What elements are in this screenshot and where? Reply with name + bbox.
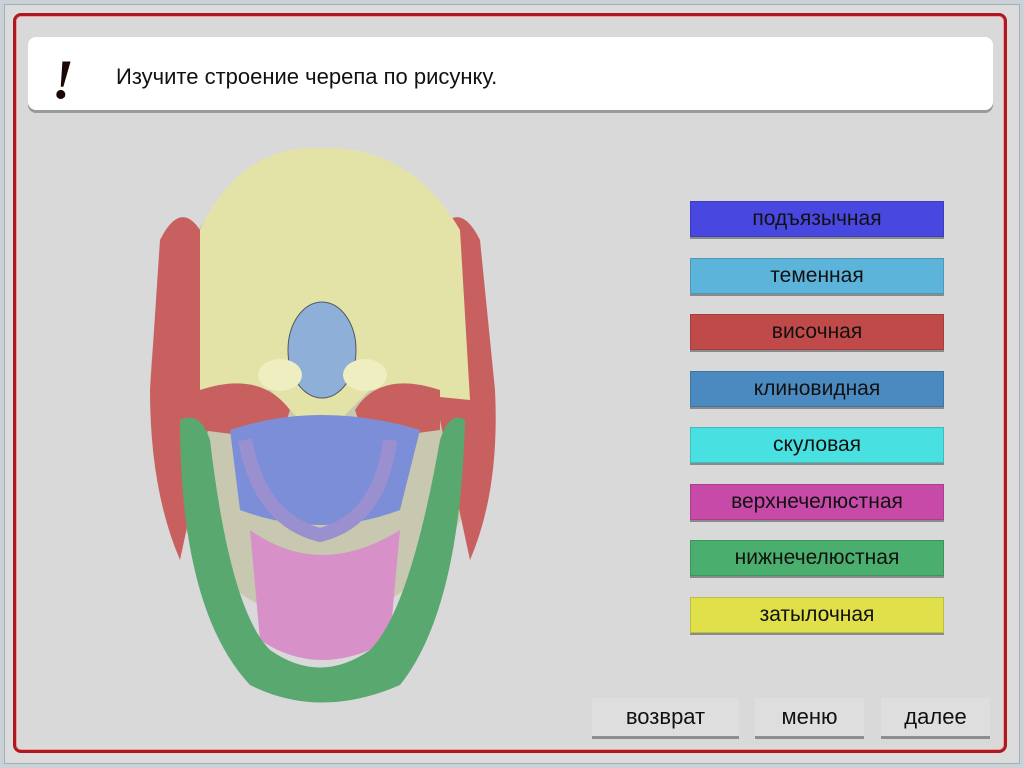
back-button[interactable]: возврат (592, 698, 739, 736)
exclamation-icon: ! (52, 49, 74, 111)
bone-button-temporal[interactable]: височная (690, 314, 944, 350)
menu-button[interactable]: меню (755, 698, 864, 736)
skull-image (150, 147, 496, 703)
bone-button-sphenoid[interactable]: клиновидная (690, 371, 944, 407)
bone-button-maxilla[interactable]: верхнечелюстная (690, 484, 944, 520)
next-button[interactable]: далее (881, 698, 990, 736)
instruction-text: Изучите строение черепа по рисунку. (116, 64, 498, 89)
bone-button-occipital[interactable]: затылочная (690, 597, 944, 633)
bone-button-mandible[interactable]: нижнечелюстная (690, 540, 944, 576)
bone-button-parietal[interactable]: теменная (690, 258, 944, 294)
bone-button-hyoid[interactable]: подъязычная (690, 201, 944, 237)
bone-button-zygomatic[interactable]: скуловая (690, 427, 944, 463)
